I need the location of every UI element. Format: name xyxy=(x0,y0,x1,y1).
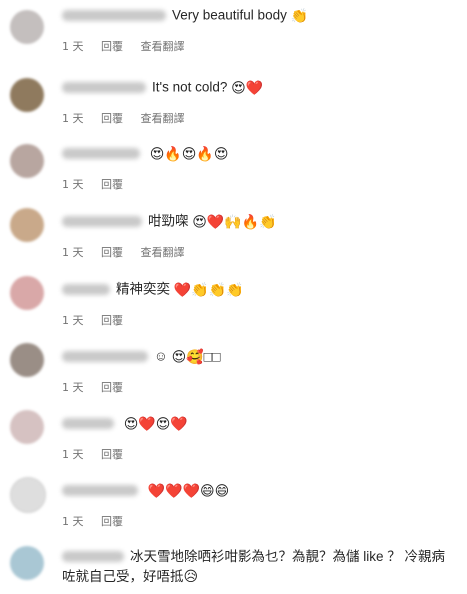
comment-time: 1 天 xyxy=(62,314,84,328)
comment-emoji: 😍❤️😍❤️ xyxy=(123,415,188,432)
comment-meta: 1 天 回覆 xyxy=(62,446,457,462)
translate-button[interactable]: 查看翻譯 xyxy=(141,246,185,259)
translate-button[interactable]: 查看翻譯 xyxy=(141,112,185,125)
comment-meta: 1 天 回覆 xyxy=(62,379,457,395)
comment-meta: 1 天 回覆 查看翻譯 xyxy=(62,244,457,260)
username-blurred[interactable] xyxy=(62,417,114,429)
username-blurred[interactable] xyxy=(62,147,140,159)
avatar[interactable] xyxy=(10,144,44,178)
avatar[interactable] xyxy=(10,10,44,44)
comment-time: 1 天 xyxy=(62,515,84,529)
comment-time: 1 天 xyxy=(62,112,84,126)
comment-emoji: 😥 xyxy=(183,567,199,584)
comment-emoji: 👏 xyxy=(290,7,309,24)
comment-emoji: ❤️❤️❤️😄😄 xyxy=(147,482,230,499)
username-blurred[interactable] xyxy=(62,283,110,295)
avatar[interactable] xyxy=(10,343,44,377)
comment-meta: 1 天 回覆 查看翻譯 xyxy=(62,110,457,126)
username-blurred[interactable] xyxy=(62,550,124,562)
comment-emoji: 😍❤️ xyxy=(231,79,264,96)
username-blurred[interactable] xyxy=(62,484,138,496)
username-blurred[interactable] xyxy=(62,81,146,93)
comment-emoji: 😍🔥😍🔥😍 xyxy=(149,145,229,162)
avatar[interactable] xyxy=(10,410,44,444)
comment-emoji: 😍🥰□□ xyxy=(171,348,221,365)
username-blurred[interactable] xyxy=(62,215,142,227)
comment-text: It's not cold? xyxy=(152,79,228,95)
comment-meta: 1 天 回覆 xyxy=(62,312,457,328)
comment-time: 1 天 xyxy=(62,381,84,395)
comment-time: 1 天 xyxy=(62,40,84,54)
comment-text: 精神奕奕 xyxy=(116,281,170,297)
comment-meta: 1 天 回覆 xyxy=(62,176,457,192)
reply-button[interactable]: 回覆 xyxy=(101,112,123,125)
comment-meta: 1 天 回覆 查看翻譯 xyxy=(62,38,457,54)
comment-meta: 1 天 回覆 xyxy=(62,513,457,529)
reply-button[interactable]: 回覆 xyxy=(101,40,123,53)
avatar[interactable] xyxy=(10,78,44,112)
comment-emoji: ❤️👏👏👏 xyxy=(173,281,244,298)
username-blurred[interactable] xyxy=(62,350,148,362)
comment-time: 1 天 xyxy=(62,178,84,192)
avatar[interactable] xyxy=(10,276,44,310)
translate-button[interactable]: 查看翻譯 xyxy=(141,40,185,53)
comment-emoji: 😍❤️🙌🔥👏 xyxy=(192,213,277,230)
comment-list: Very beautiful body 👏 1 天 回覆 查看翻譯 It's n… xyxy=(0,0,467,594)
reply-button[interactable]: 回覆 xyxy=(101,178,123,191)
comment-text: 咁勁㗎 xyxy=(148,213,189,229)
comment-text: ☺ xyxy=(154,348,168,364)
reply-button[interactable]: 回覆 xyxy=(101,515,123,528)
comment-text: Very beautiful body xyxy=(172,7,287,23)
username-blurred[interactable] xyxy=(62,9,166,21)
avatar[interactable] xyxy=(10,477,46,513)
avatar[interactable] xyxy=(10,546,44,580)
avatar[interactable] xyxy=(10,208,44,242)
reply-button[interactable]: 回覆 xyxy=(101,448,123,461)
reply-button[interactable]: 回覆 xyxy=(101,314,123,327)
comment-time: 1 天 xyxy=(62,448,84,462)
reply-button[interactable]: 回覆 xyxy=(101,246,123,259)
comment-time: 1 天 xyxy=(62,246,84,260)
reply-button[interactable]: 回覆 xyxy=(101,381,123,394)
